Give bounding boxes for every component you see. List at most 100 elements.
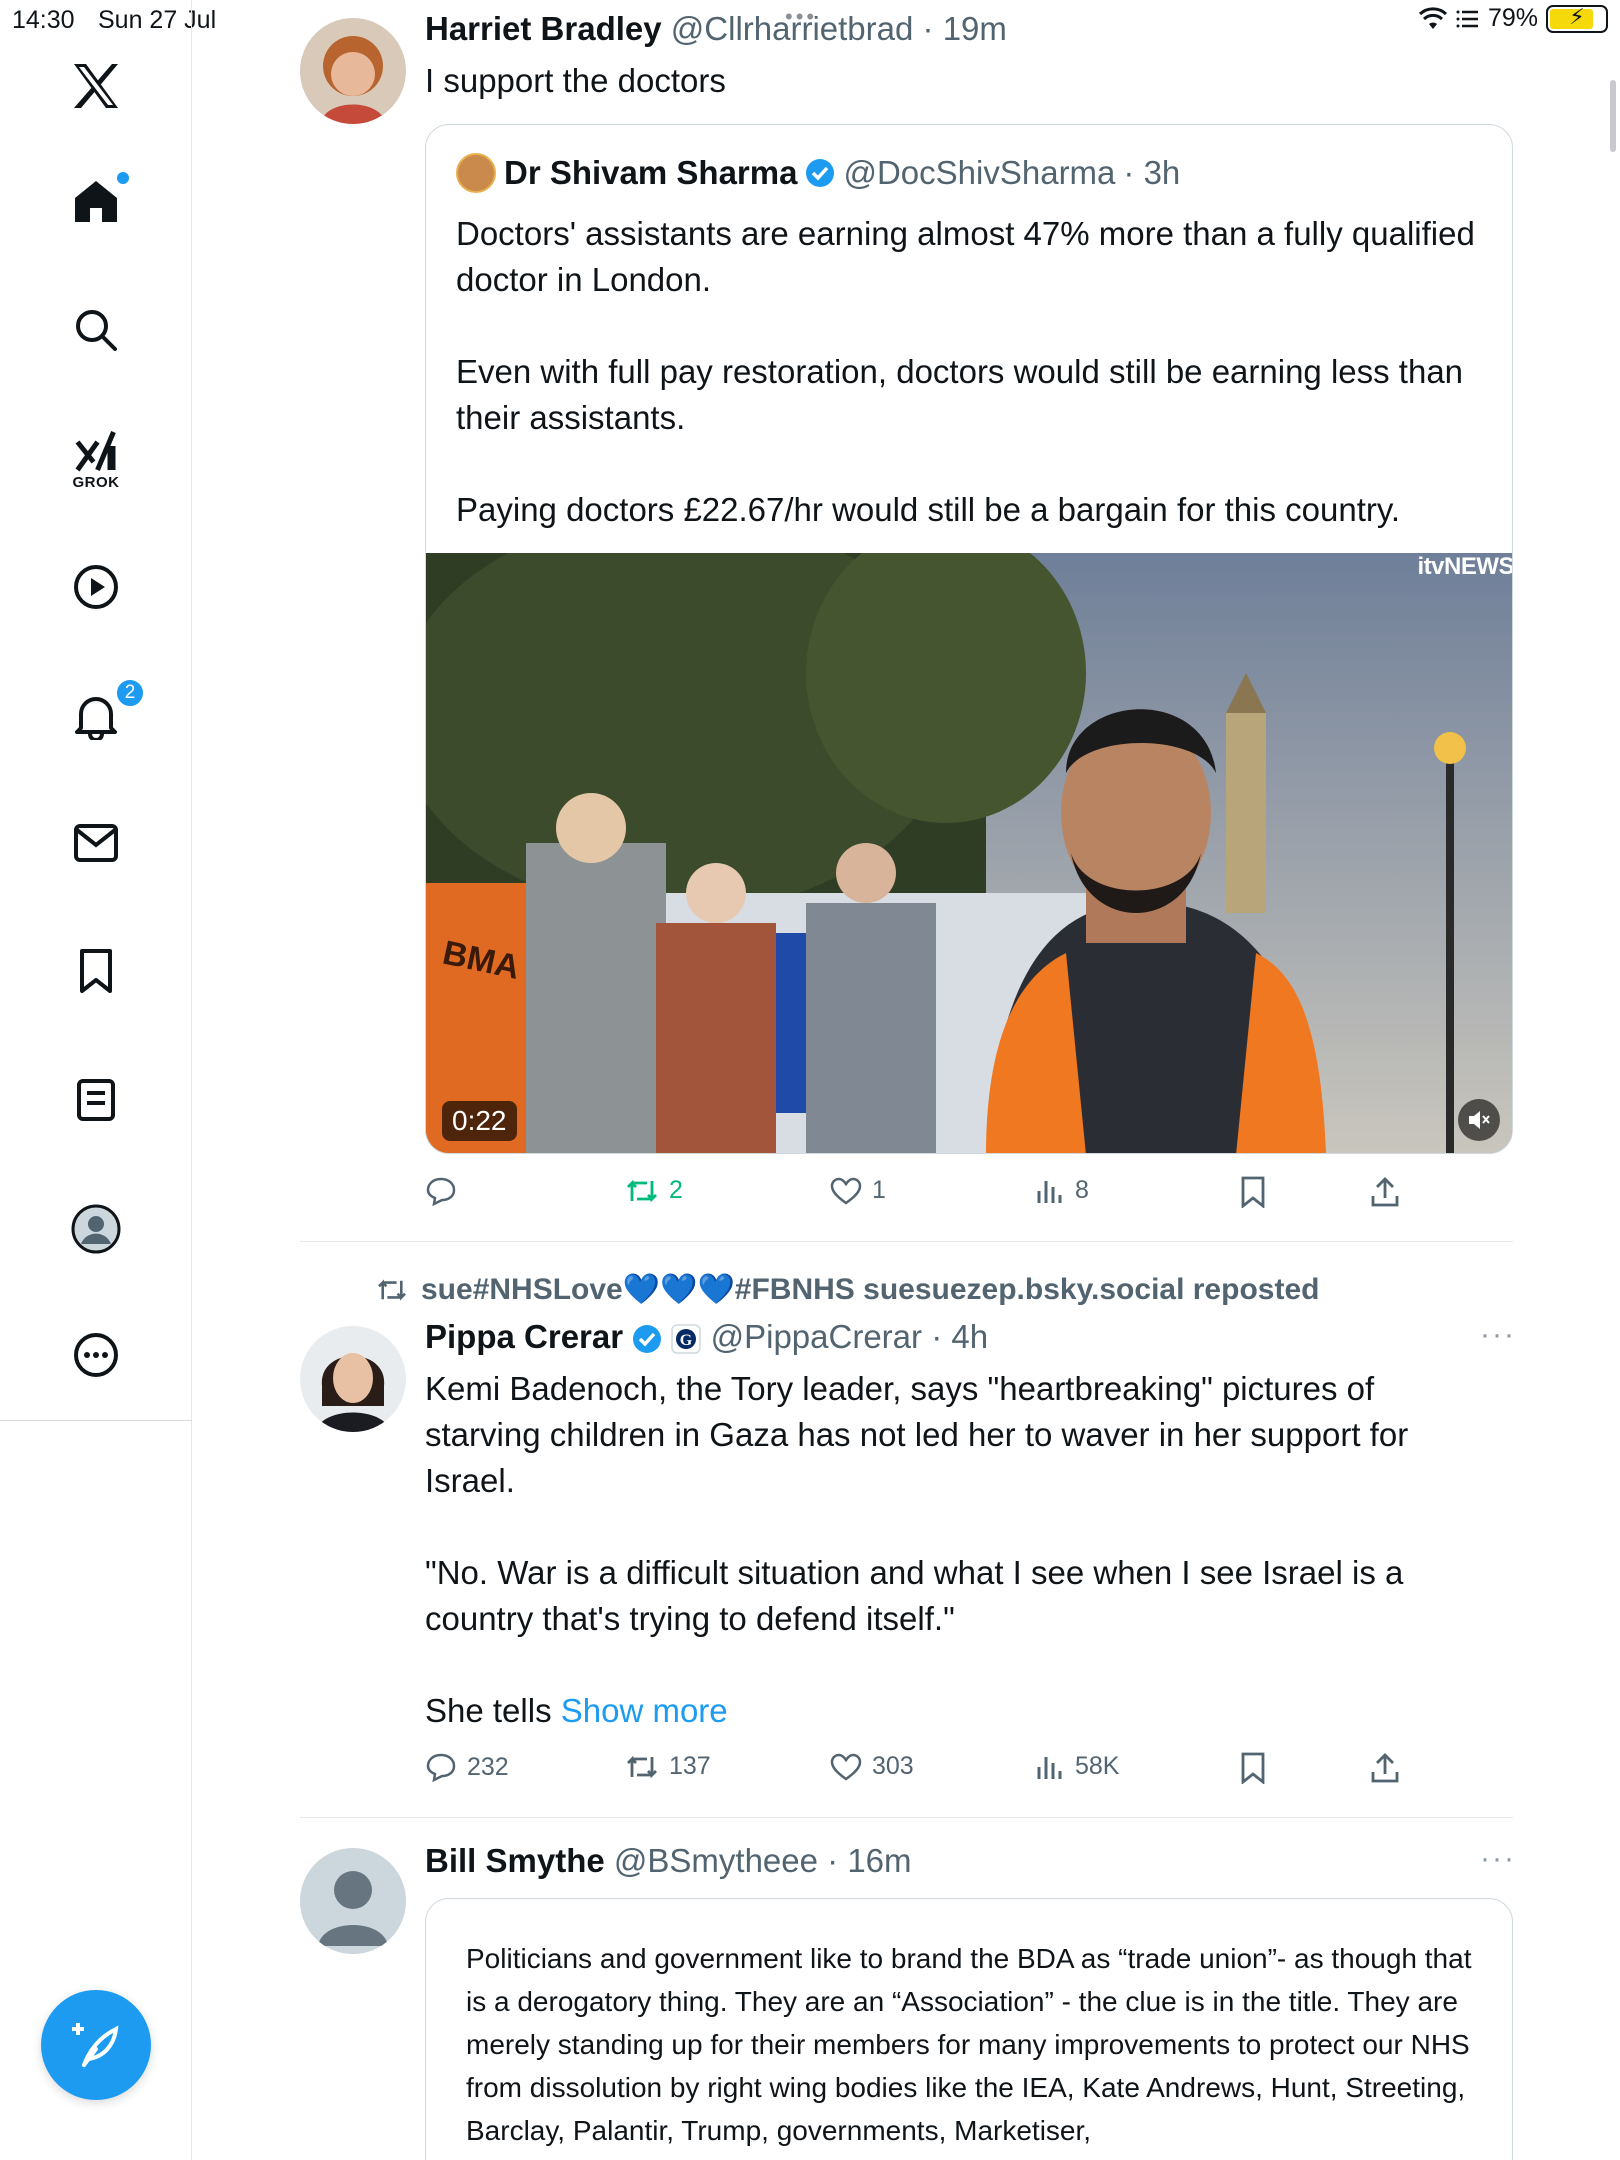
- quote-time: · 3h: [1123, 154, 1181, 191]
- more-icon[interactable]: [73, 1332, 119, 1378]
- show-more-link[interactable]: Show more: [561, 1692, 728, 1729]
- quote-author-name: Dr Shivam Sharma: [504, 154, 798, 191]
- scrollbar[interactable]: [1610, 80, 1616, 152]
- repost-button[interactable]: 2: [625, 1176, 683, 1205]
- repost-context[interactable]: sue#NHSLove💙💙💙#FBNHS suesuezep.bsky.soci…: [375, 1272, 1319, 1307]
- video-icon[interactable]: [73, 564, 119, 610]
- bookmark-icon: [1241, 1752, 1265, 1784]
- quote-header: Dr Shivam Sharma @DocShivSharma · 3h: [456, 153, 1180, 193]
- search-icon[interactable]: [74, 308, 118, 352]
- grok-label: GROK: [72, 474, 120, 491]
- heart-icon: [830, 1177, 862, 1205]
- author-name[interactable]: Pippa Crerar: [425, 1318, 623, 1355]
- video-frame: BMA: [426, 553, 1512, 1153]
- bookmark-button[interactable]: [1240, 1752, 1266, 1784]
- wifi-icon: [1418, 6, 1447, 29]
- card-text: Politicians and government like to brand…: [466, 1943, 1472, 2146]
- reply-icon: [426, 1177, 456, 1206]
- views-icon: [1037, 1180, 1062, 1203]
- verified-badge-icon: [806, 159, 835, 187]
- quote-avatar: [456, 153, 496, 193]
- itv-news-watermark: itvNEWS: [1417, 553, 1513, 580]
- tweet-divider: [300, 1817, 1513, 1818]
- compose-button[interactable]: [41, 1990, 151, 2100]
- sidebar: GROK 2: [0, 0, 192, 2160]
- views-count: 58K: [1075, 1752, 1120, 1780]
- video-player[interactable]: BMA itvNEWS 0:22: [426, 553, 1513, 1153]
- list-icon: [1456, 10, 1478, 27]
- share-icon: [1371, 1753, 1399, 1783]
- quote-tweet-card[interactable]: Dr Shivam Sharma @DocShivSharma · 3h Doc…: [425, 124, 1513, 1154]
- reply-button[interactable]: 232: [425, 1752, 509, 1782]
- tweet-text: I support the doctors: [425, 62, 726, 99]
- sidebar-divider: [0, 1420, 192, 1421]
- repost-count: 2: [669, 1176, 683, 1204]
- repost-context-label: sue#NHSLove💙💙💙#FBNHS suesuezep.bsky.soci…: [421, 1273, 1320, 1306]
- tweet-time[interactable]: · 16m: [827, 1842, 911, 1879]
- share-button[interactable]: [1370, 1752, 1400, 1784]
- tweet-body: Kemi Badenoch, the Tory leader, says "he…: [425, 1370, 1409, 1729]
- reply-count: 232: [467, 1752, 509, 1781]
- svg-text:G: G: [680, 1332, 693, 1349]
- more-options-icon[interactable]: ···: [1480, 1318, 1516, 1352]
- author-handle[interactable]: @PippaCrerar: [711, 1318, 922, 1355]
- notifications-icon[interactable]: 2: [73, 678, 145, 740]
- repost-button[interactable]: 137: [625, 1752, 711, 1781]
- views-count: 8: [1075, 1176, 1089, 1204]
- quote-text: Doctors' assistants are earning almost 4…: [456, 215, 1475, 528]
- notifications-badge: 2: [115, 678, 145, 708]
- repost-icon: [627, 1755, 657, 1778]
- text-image-card[interactable]: Politicians and government like to brand…: [425, 1898, 1513, 2160]
- home-notification-dot: [117, 172, 129, 184]
- share-button[interactable]: [1370, 1176, 1400, 1208]
- grok-icon[interactable]: GROK: [73, 428, 120, 491]
- views-button[interactable]: 8: [1035, 1176, 1089, 1205]
- compose-feather-icon: [72, 2023, 119, 2067]
- quote-author-handle: @DocShivSharma: [843, 154, 1116, 191]
- guardian-affiliate-icon: G: [671, 1324, 702, 1355]
- share-icon: [1371, 1177, 1399, 1207]
- home-icon[interactable]: [73, 172, 129, 224]
- bookmark-button[interactable]: [1240, 1176, 1266, 1208]
- like-count: 303: [872, 1752, 914, 1780]
- repost-count: 137: [669, 1752, 711, 1780]
- author-name[interactable]: Harriet Bradley: [425, 10, 662, 47]
- tweet-time[interactable]: · 4h: [931, 1318, 988, 1355]
- heart-icon: [830, 1753, 862, 1781]
- bookmarks-icon[interactable]: [76, 948, 116, 994]
- like-button[interactable]: 303: [830, 1752, 914, 1781]
- tweet-header: Harriet Bradley @Cllrharrietbrad · 19m: [425, 10, 1007, 48]
- repost-icon: [627, 1179, 657, 1202]
- muted-speaker-icon: [1469, 1111, 1490, 1129]
- views-button[interactable]: 58K: [1035, 1752, 1119, 1781]
- avatar[interactable]: [300, 1326, 406, 1432]
- tweet-time[interactable]: · 19m: [923, 10, 1007, 47]
- tweet-text: Kemi Badenoch, the Tory leader, says "he…: [425, 1366, 1485, 1734]
- x-logo-icon[interactable]: [71, 62, 121, 110]
- status-indicators: 79% ⚡: [1418, 4, 1608, 33]
- like-count: 1: [872, 1176, 886, 1204]
- author-name[interactable]: Bill Smythe: [425, 1842, 605, 1879]
- battery-percent: 79%: [1487, 4, 1538, 32]
- bookmark-icon: [1241, 1176, 1265, 1208]
- avatar[interactable]: [300, 18, 406, 124]
- tweet-header: Pippa Crerar G @PippaCrerar · 4h: [425, 1318, 988, 1356]
- reply-icon: [426, 1753, 456, 1782]
- mute-button[interactable]: [1458, 1099, 1500, 1141]
- author-handle[interactable]: @Cllrharrietbrad: [671, 10, 914, 47]
- avatar[interactable]: [300, 1848, 406, 1954]
- author-handle[interactable]: @BSmytheee: [614, 1842, 818, 1879]
- like-button[interactable]: 1: [830, 1176, 886, 1205]
- tweet-header: Bill Smythe @BSmytheee · 16m: [425, 1842, 912, 1880]
- messages-icon[interactable]: [73, 822, 119, 864]
- lists-icon[interactable]: [76, 1078, 116, 1122]
- video-duration: 0:22: [442, 1101, 517, 1141]
- reply-button[interactable]: [425, 1176, 457, 1206]
- views-icon: [1037, 1756, 1062, 1779]
- tweet-actions: 2 1 8: [425, 1176, 1425, 1226]
- tweet-divider: [300, 1241, 1513, 1242]
- profile-icon[interactable]: [71, 1204, 121, 1254]
- more-options-icon[interactable]: ···: [1480, 1842, 1516, 1876]
- verified-badge-icon: [633, 1325, 662, 1354]
- battery-icon: ⚡: [1546, 4, 1608, 33]
